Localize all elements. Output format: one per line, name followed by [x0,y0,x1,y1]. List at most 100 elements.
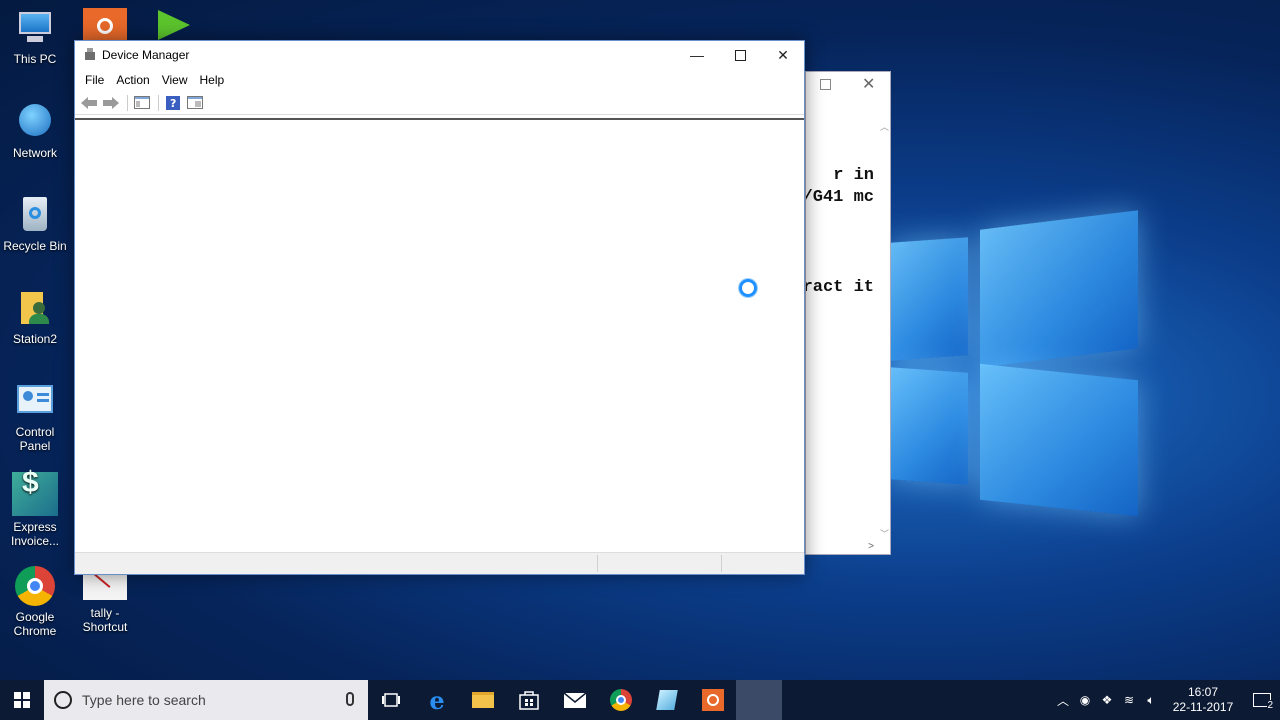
mail-icon [564,692,586,708]
system-tray: ︿ ◉ ❖ ≋ 🔈︎ 16:07 22-11-2017 2 [1052,680,1280,720]
close-icon: ✕ [777,46,789,63]
taskbar-notepad[interactable] [644,680,690,720]
forward-arrow-icon [103,96,119,109]
vertical-scrollbar[interactable]: ︿ ﹀ [878,120,890,540]
scroll-right-icon[interactable]: > [868,541,874,552]
menu-action[interactable]: Action [110,73,155,87]
back-button[interactable] [79,93,99,113]
presentation-app-icon [702,689,724,711]
minimize-icon: — [690,47,704,63]
desktop-icon-label: Google Chrome [13,610,57,638]
menu-file[interactable]: File [79,73,110,87]
desktop-icon-this-pc[interactable]: This PC [0,8,70,66]
forward-button[interactable] [101,93,121,113]
network-icon [15,102,55,142]
taskbar-store[interactable] [506,680,552,720]
recycle-bin-icon [15,195,55,235]
chrome-icon [610,689,632,711]
taskbar-clock[interactable]: 16:07 22-11-2017 [1168,685,1238,715]
app-circle-icon [97,18,113,34]
text-line: r in [833,166,874,185]
desktop-icon-recycle-bin[interactable]: Recycle Bin [0,195,70,253]
status-divider [721,555,722,572]
menu-bar: File Action View Help [75,69,804,91]
status-divider [597,555,598,572]
text-line: /G41 mc [806,188,874,207]
folder-icon [472,692,494,708]
computer-icon [15,8,55,48]
window-title: Device Manager [102,48,190,62]
help-icon: ? [166,95,180,110]
show-hidden-icons-chevron-icon[interactable]: ︿ [1052,692,1074,709]
status-bar [75,552,804,574]
device-tree-pane[interactable] [75,118,804,552]
desktop-icon-google-chrome[interactable]: Google Chrome [0,566,70,638]
toolbar: ? [75,91,804,115]
close-button[interactable]: ✕ [761,41,805,69]
device-manager-icon [83,48,97,62]
record-icon[interactable]: ◉ [1074,693,1096,707]
action-center-button[interactable]: 2 [1244,680,1280,720]
desktop-icon-label: Station2 [12,332,58,346]
minimize-button[interactable]: — [675,41,719,69]
windows-wallpaper-logo [890,210,1150,520]
search-placeholder: Type here to search [82,692,206,708]
back-arrow-icon [81,96,97,109]
store-icon [519,691,539,710]
maximize-icon [734,49,746,61]
taskbar-edge[interactable]: e [414,680,460,720]
dropbox-icon[interactable]: ❖ [1096,693,1118,707]
desktop-icon-station2[interactable]: Station2 [0,288,70,346]
device-manager-window[interactable]: Device Manager — ✕ File Action View Help… [74,40,805,575]
toolbar-separator [158,94,159,111]
notepad-icon [656,690,678,710]
background-window-titlebar: ✕ [806,72,890,102]
desktop-icon-control-panel[interactable]: Control Panel [0,381,70,453]
background-window-text: r in /G41 mc ract it [806,120,880,540]
menu-help[interactable]: Help [194,73,231,87]
express-invoice-icon: $ [12,468,58,516]
desktop-icon-network[interactable]: Network [0,102,70,160]
menu-view[interactable]: View [156,73,194,87]
svg-text:?: ? [170,97,176,110]
start-button[interactable] [0,680,44,720]
maximize-icon[interactable] [820,79,831,90]
properties-button[interactable] [185,93,205,113]
media-player-desktop-icon[interactable] [158,10,190,40]
taskbar-presentation-app[interactable] [690,680,736,720]
taskbar-file-explorer[interactable] [460,680,506,720]
volume-icon[interactable]: 🔈︎ [1140,693,1162,708]
toolbar-separator [127,94,128,111]
taskbar-chrome[interactable] [598,680,644,720]
taskbar: Type here to search e ︿ ◉ ❖ ≋ 🔈︎ 16:07 2… [0,680,1280,720]
task-view-button[interactable] [368,680,414,720]
maximize-button[interactable] [718,41,762,69]
windows-start-icon [14,692,30,708]
desktop-icon-tally-shortcut[interactable]: tally - Shortcut [70,566,140,634]
desktop-icon-label: tally - Shortcut [82,606,128,634]
clock-time: 16:07 [1187,685,1219,699]
properties-icon [187,96,203,109]
notification-count: 2 [1267,700,1273,711]
desktop-icon-express-invoice[interactable]: $ Express Invoice... [0,468,70,549]
desktop-icon-label: Recycle Bin [3,239,67,253]
wifi-icon[interactable]: ≋ [1118,693,1140,707]
cortana-icon [54,691,72,709]
presentation-app-desktop-icon[interactable] [83,8,127,40]
edge-icon: e [429,685,445,715]
background-text-window[interactable]: ✕ r in /G41 mc ract it ︿ ﹀ > [805,71,891,555]
show-hide-console-tree-button[interactable] [132,93,152,113]
close-icon[interactable]: ✕ [862,74,875,94]
microphone-icon[interactable] [346,692,354,706]
taskbar-search-box[interactable]: Type here to search [44,680,368,720]
help-button[interactable]: ? [163,93,183,113]
desktop-icon-label: Network [12,146,57,160]
desktop-icon-label: Express Invoice... [10,520,60,548]
taskbar-device-manager[interactable] [736,680,782,720]
desktop-icon-label: This PC [13,52,57,66]
control-panel-icon [15,381,55,421]
taskbar-mail[interactable] [552,680,598,720]
desktop-icon-label: Control Panel [15,425,55,453]
titlebar[interactable]: Device Manager — ✕ [75,41,804,69]
chrome-icon [15,566,55,606]
